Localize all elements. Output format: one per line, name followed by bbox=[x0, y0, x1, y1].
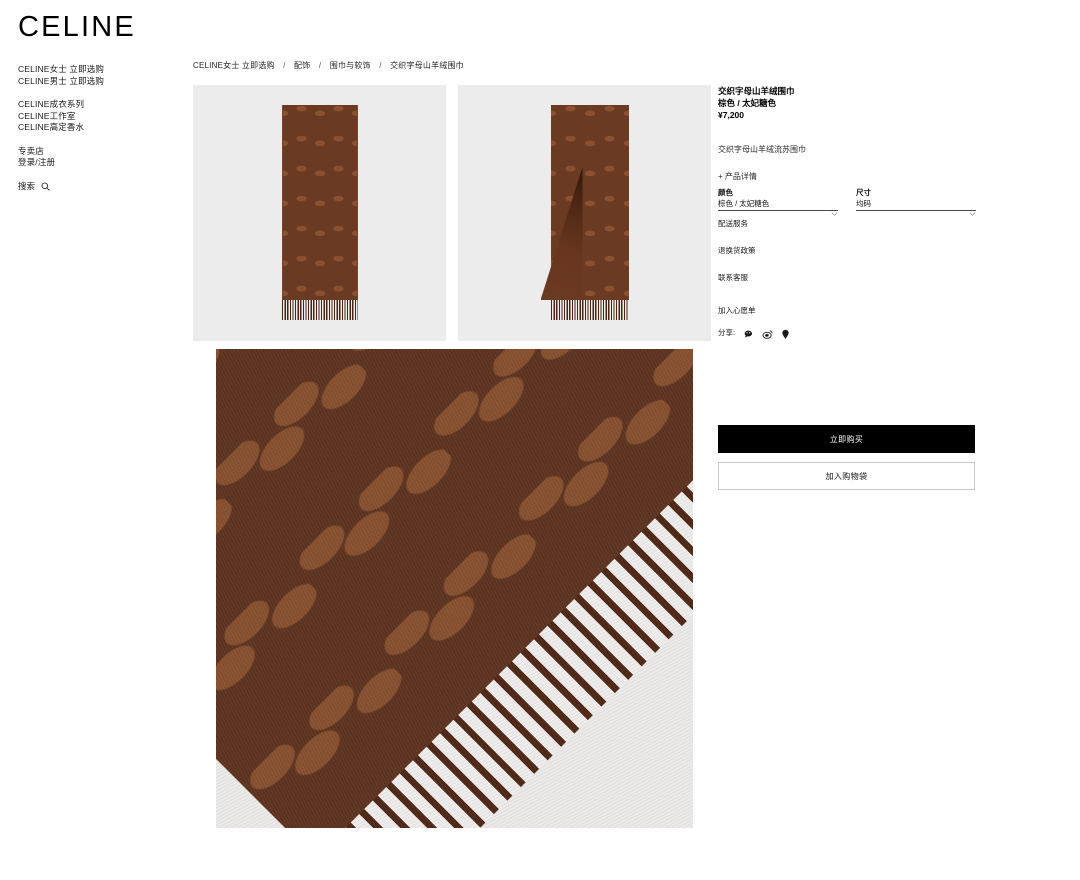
breadcrumb: CELINE女士 立即选购 / 配饰 / 围巾与软饰 / 交织字母山羊绒围巾 bbox=[193, 60, 464, 71]
sidebar-item-haute-parfumerie[interactable]: CELINE高定香水 bbox=[18, 122, 188, 134]
sidebar-item-studio[interactable]: CELINE工作室 bbox=[18, 111, 188, 123]
product-image-flat[interactable] bbox=[193, 85, 446, 341]
sidebar-item-women[interactable]: CELINE女士 立即选购 bbox=[18, 64, 188, 76]
product-detail-page: CELINE CELINE女士 立即选购 CELINE男士 立即选购 CELIN… bbox=[0, 0, 1080, 880]
product-color-name: 棕色 / 太妃糖色 bbox=[718, 97, 777, 108]
share-row: 分享: bbox=[718, 327, 791, 340]
sidebar-item-men[interactable]: CELINE男士 立即选购 bbox=[18, 76, 188, 88]
scarf-fringe bbox=[550, 300, 629, 320]
scarf-body bbox=[281, 105, 358, 300]
sidebar-group-account: 专卖店 登录/注册 bbox=[18, 146, 188, 169]
scarf-fringe bbox=[281, 300, 358, 320]
size-select[interactable]: 尺寸 均码 bbox=[856, 188, 976, 216]
product-image-detail[interactable] bbox=[216, 349, 693, 828]
breadcrumb-item-current: 交织字母山羊绒围巾 bbox=[390, 61, 464, 70]
product-image-folded[interactable] bbox=[458, 85, 711, 341]
sidebar-group-shop: CELINE女士 立即选购 CELINE男士 立即选购 bbox=[18, 64, 188, 87]
product-price: ¥7,200 bbox=[718, 110, 744, 120]
size-select-label: 尺寸 bbox=[856, 188, 871, 197]
search-icon[interactable] bbox=[41, 182, 50, 191]
service-links: 配送服务 退换货政策 联系客服 bbox=[718, 219, 976, 300]
pin-share-icon[interactable] bbox=[780, 327, 791, 340]
scarf-illustration-flat bbox=[281, 105, 358, 320]
product-description: 交织字母山羊绒流苏围巾 bbox=[718, 144, 806, 154]
share-label: 分享: bbox=[718, 327, 736, 337]
color-select-control[interactable]: 棕色 / 太妃糖色 bbox=[718, 198, 838, 216]
wechat-share-icon[interactable] bbox=[744, 327, 755, 338]
search-label: 搜索 bbox=[18, 180, 36, 191]
chevron-down-icon[interactable] bbox=[969, 203, 976, 216]
breadcrumb-separator: / bbox=[379, 61, 382, 70]
color-select-value: 棕色 / 太妃糖色 bbox=[718, 199, 770, 208]
breadcrumb-item-2[interactable]: 配饰 bbox=[294, 61, 310, 70]
link-contact-service[interactable]: 联系客服 bbox=[718, 273, 976, 283]
product-options: 颜色 棕色 / 太妃糖色 尺寸 均码 bbox=[718, 188, 976, 216]
add-to-bag-button[interactable]: 加入购物袋 bbox=[718, 462, 975, 490]
buy-now-button[interactable]: 立即购买 bbox=[718, 425, 975, 453]
celine-logo[interactable]: CELINE bbox=[18, 10, 188, 44]
chevron-down-icon[interactable] bbox=[831, 203, 838, 216]
sidebar-group-collections: CELINE成衣系列 CELINE工作室 CELINE高定香水 bbox=[18, 99, 188, 134]
link-delivery-service[interactable]: 配送服务 bbox=[718, 219, 976, 229]
breadcrumb-item-1[interactable]: CELINE女士 立即选购 bbox=[193, 61, 275, 70]
breadcrumb-separator: / bbox=[283, 61, 286, 70]
link-returns-policy[interactable]: 退换货政策 bbox=[718, 246, 976, 256]
add-to-wishlist-link[interactable]: 加入心愿单 bbox=[718, 306, 756, 316]
scarf-illustration-folded bbox=[540, 105, 629, 320]
weibo-share-icon[interactable] bbox=[762, 327, 773, 339]
sidebar-item-ready-to-wear[interactable]: CELINE成衣系列 bbox=[18, 99, 188, 111]
size-select-value: 均码 bbox=[856, 199, 871, 208]
sidebar-navigation: CELINE CELINE女士 立即选购 CELINE男士 立即选购 CELIN… bbox=[18, 10, 188, 192]
color-select-label: 颜色 bbox=[718, 188, 733, 197]
sidebar-item-login-register[interactable]: 登录/注册 bbox=[18, 157, 188, 169]
product-info: 交织字母山羊绒围巾 棕色 / 太妃糖色 ¥7,200 交织字母山羊绒流苏围巾 +… bbox=[718, 86, 976, 182]
sidebar-item-stores[interactable]: 专卖店 bbox=[18, 146, 188, 158]
product-details-toggle[interactable]: + 产品详情 bbox=[718, 171, 976, 182]
search-trigger[interactable]: 搜索 bbox=[18, 181, 188, 193]
breadcrumb-separator: / bbox=[318, 61, 322, 70]
breadcrumb-item-3[interactable]: 围巾与软饰 bbox=[330, 61, 371, 70]
size-select-control[interactable]: 均码 bbox=[856, 198, 976, 216]
color-select[interactable]: 颜色 棕色 / 太妃糖色 bbox=[718, 188, 838, 216]
product-title: 交织字母山羊绒围巾 bbox=[718, 86, 795, 96]
